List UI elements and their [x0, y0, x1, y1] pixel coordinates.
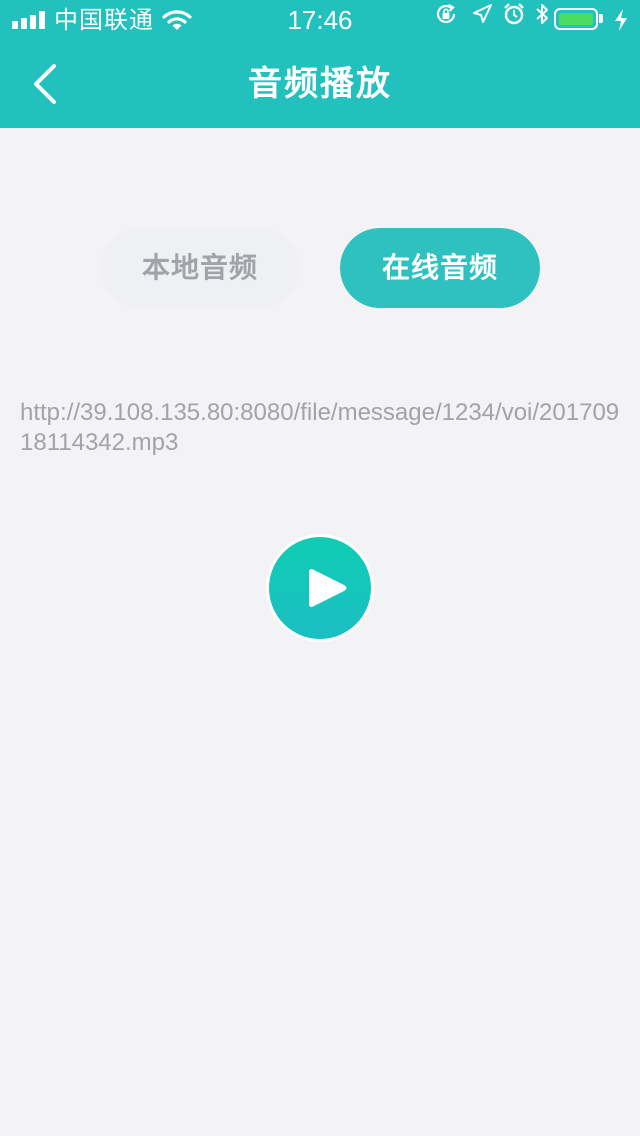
- charging-icon: [615, 9, 627, 31]
- alarm-icon: [504, 3, 524, 25]
- tab-local-audio[interactable]: 本地音频: [100, 228, 300, 308]
- bluetooth-icon: [536, 4, 548, 24]
- page-title: 音频播放: [248, 64, 392, 104]
- play-icon: [309, 569, 347, 607]
- status-bar: 中国联通 17:46: [0, 0, 640, 40]
- battery-nub: [599, 14, 603, 23]
- top-bar: 中国联通 17:46 音频播放: [0, 0, 640, 128]
- rotation-lock-icon: [436, 4, 456, 24]
- battery-icon: [554, 8, 598, 30]
- location-icon: [473, 4, 492, 23]
- battery-level: [559, 13, 593, 25]
- audio-url: http://39.108.135.80:8080/file/message/1…: [20, 399, 620, 456]
- navigation-bar: 音频播放: [0, 40, 640, 128]
- play-button[interactable]: [266, 534, 374, 642]
- tab-online-audio[interactable]: 在线音频: [340, 228, 540, 308]
